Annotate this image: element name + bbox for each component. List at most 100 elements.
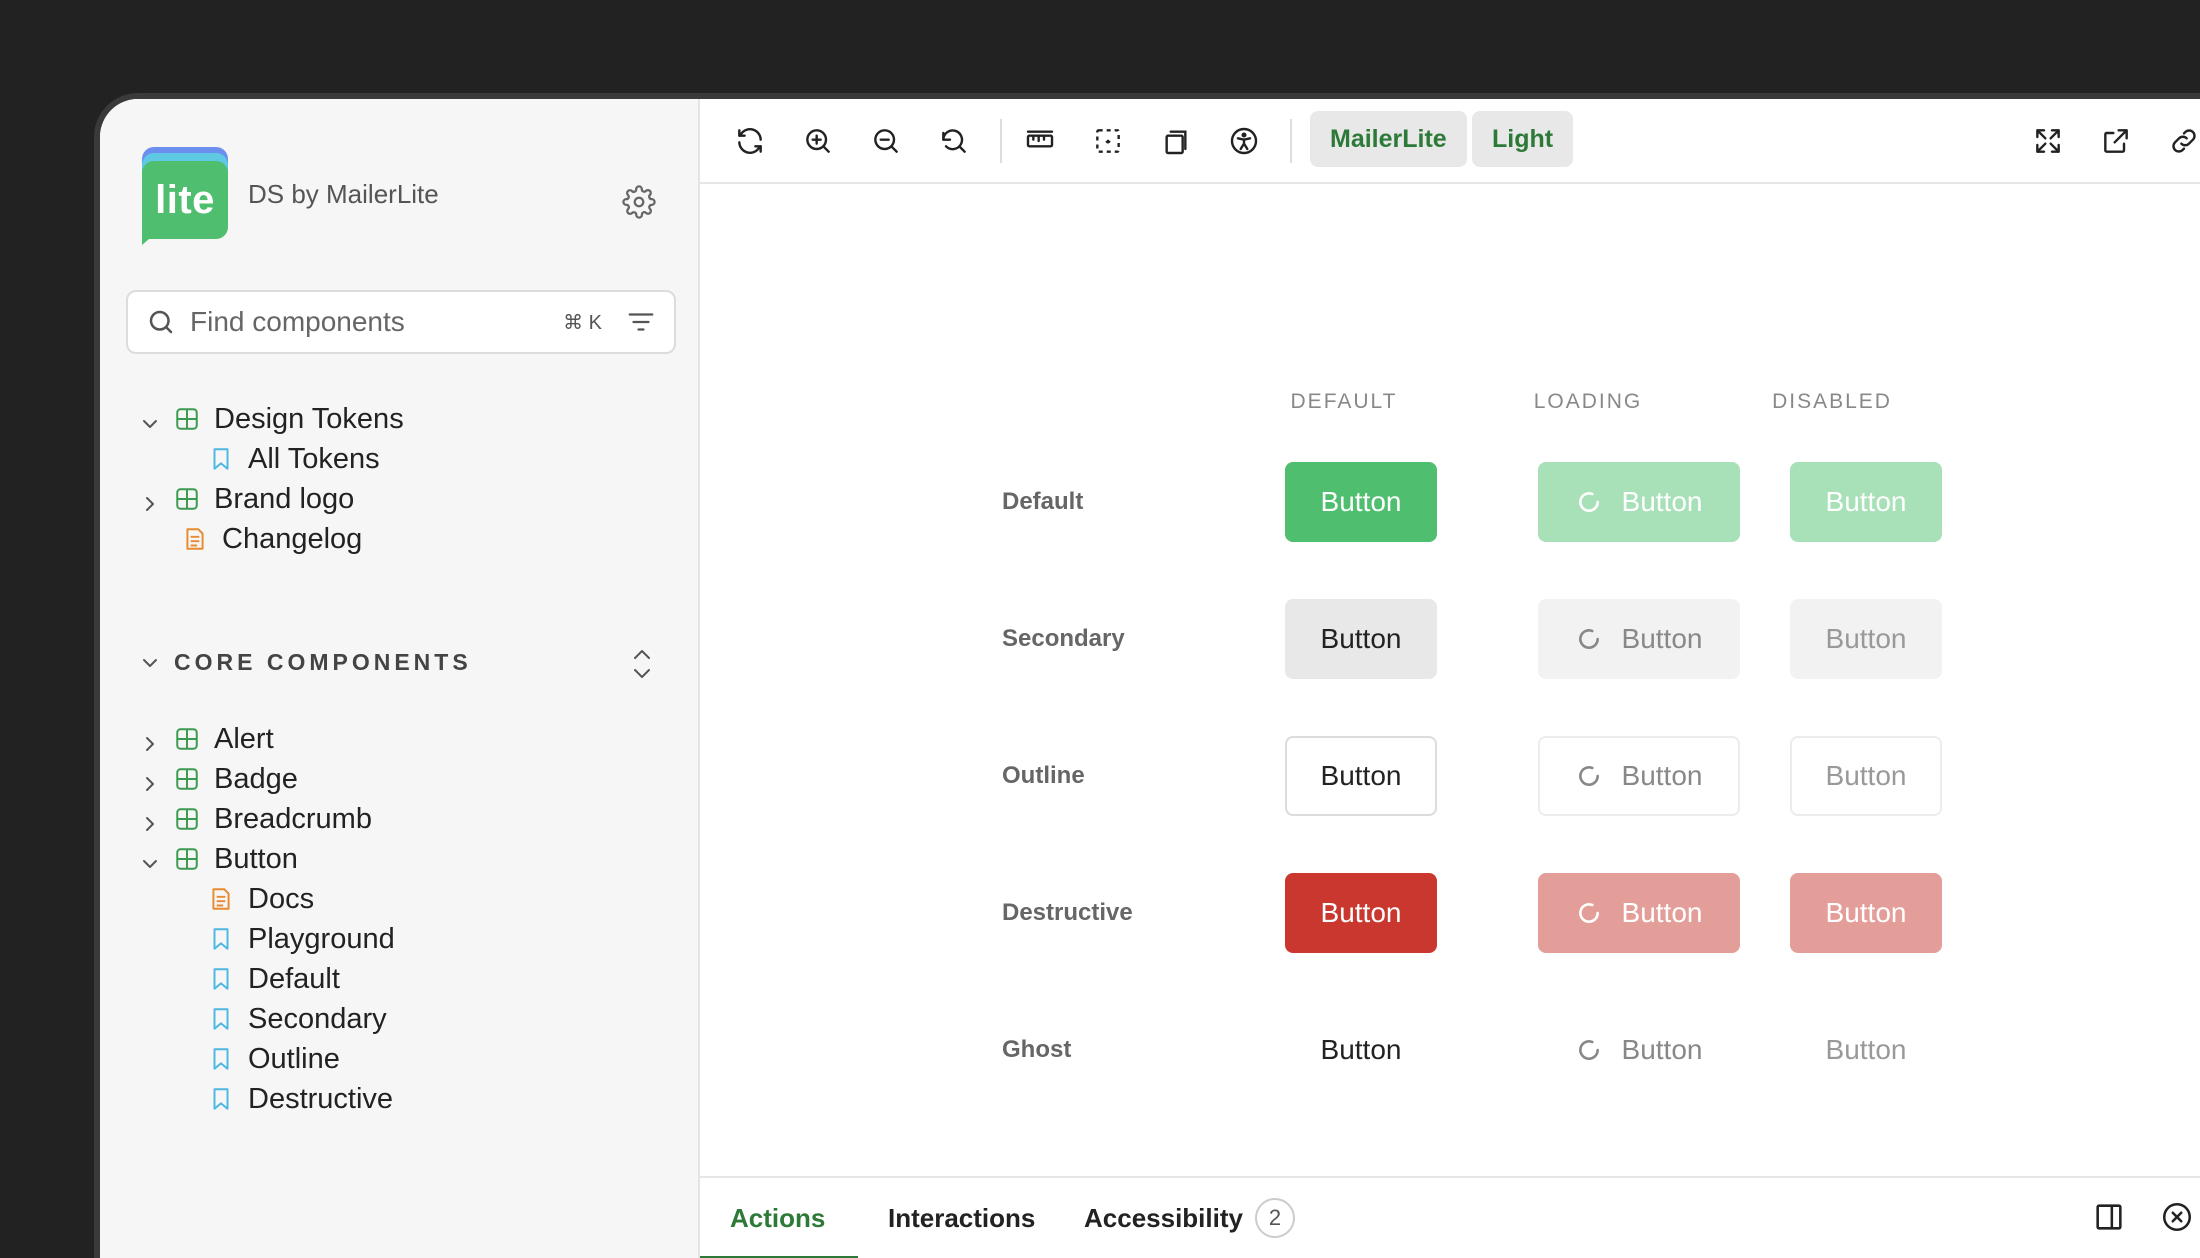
open-new-tab-icon[interactable] xyxy=(2094,119,2138,163)
tree-item-changelog[interactable]: Changelog xyxy=(182,519,362,559)
story-icon xyxy=(208,1046,234,1072)
row-label-secondary: Secondary xyxy=(1002,625,1125,652)
tree-item-destructive[interactable]: Destructive xyxy=(208,1079,393,1119)
search-shortcut: ⌘ K xyxy=(563,311,602,334)
toolbar: MailerLite Light xyxy=(700,99,2200,184)
tree-item-alert[interactable]: Alert xyxy=(140,719,274,759)
column-header-default: DEFAULT xyxy=(1290,390,1398,413)
chevron-down-icon[interactable] xyxy=(140,409,160,429)
tree-item-label: Destructive xyxy=(248,1082,394,1115)
close-panel-icon[interactable] xyxy=(2160,1200,2194,1234)
panel-orientation-icon[interactable] xyxy=(2092,1200,2126,1234)
brand[interactable]: lite DS by MailerLite xyxy=(142,147,439,245)
filter-icon[interactable] xyxy=(626,307,656,337)
tree-item-design-tokens[interactable]: Design Tokens xyxy=(140,399,404,439)
button-label: Button xyxy=(1825,623,1907,654)
button-label: Button xyxy=(1621,1034,1703,1065)
tree-item-label: Badge xyxy=(214,762,298,795)
tab-actions[interactable]: Actions xyxy=(730,1178,825,1258)
chevron-down-icon[interactable] xyxy=(140,849,160,869)
ruler-icon[interactable] xyxy=(1018,119,1062,163)
ghost-default-button[interactable]: Button xyxy=(1285,1010,1437,1090)
column-header-disabled: DISABLED xyxy=(1772,390,1892,413)
secondary-default-button[interactable]: Button xyxy=(1285,599,1437,679)
tree-item-breadcrumb[interactable]: Breadcrumb xyxy=(140,799,372,839)
chevron-down-icon xyxy=(143,658,157,667)
expand-collapse-icon[interactable] xyxy=(630,644,654,684)
destructive-loading-button: Button xyxy=(1538,873,1740,953)
chevron-right-icon[interactable] xyxy=(140,489,160,511)
tree-item-label: Playground xyxy=(248,922,395,955)
section-core-components[interactable]: CORE COMPONENTS xyxy=(140,649,472,676)
column-header-loading: LOADING xyxy=(1533,390,1643,413)
outline-default-button[interactable]: Button xyxy=(1285,736,1437,816)
outline-disabled-button: Button xyxy=(1790,736,1942,816)
row-label-destructive: Destructive xyxy=(1002,899,1133,926)
toolbar-divider xyxy=(1000,119,1002,163)
component-icon xyxy=(174,726,200,752)
reload-icon[interactable] xyxy=(728,119,772,163)
chevron-right-icon[interactable] xyxy=(140,809,160,831)
tree-item-secondary[interactable]: Secondary xyxy=(208,999,387,1039)
ghost-disabled-button: Button xyxy=(1790,1010,1942,1090)
button-label: Button xyxy=(1320,623,1402,654)
tree-item-all-tokens[interactable]: All Tokens xyxy=(208,439,380,479)
row-label-default: Default xyxy=(1002,488,1084,515)
destructive-default-button[interactable]: Button xyxy=(1285,873,1437,953)
zoom-out-icon[interactable] xyxy=(864,119,908,163)
button-label: Button xyxy=(1320,760,1402,791)
button-label: Button xyxy=(1825,897,1907,928)
button-label: Button xyxy=(1320,1034,1402,1065)
addons-panel: Actions Interactions Accessibility 2 xyxy=(700,1176,2200,1258)
tree-item-label: Alert xyxy=(214,722,274,755)
tree-item-label: All Tokens xyxy=(248,442,380,475)
default-default-button[interactable]: Button xyxy=(1285,462,1437,542)
gear-icon[interactable] xyxy=(622,185,656,219)
tree-item-badge[interactable]: Badge xyxy=(140,759,298,799)
spinner-icon xyxy=(1578,629,1599,649)
tree-item-label: Brand logo xyxy=(214,482,355,515)
viewport-icon[interactable] xyxy=(1154,119,1198,163)
secondary-disabled-button: Button xyxy=(1790,599,1942,679)
outline-icon[interactable] xyxy=(1086,119,1130,163)
button-label: Button xyxy=(1621,760,1703,791)
spinner-icon xyxy=(1578,766,1599,786)
mode-switcher[interactable]: Light xyxy=(1472,111,1574,167)
story-canvas: DEFAULT LOADING DISABLED Default Button Bu… xyxy=(700,186,2200,1186)
tree-item-button[interactable]: Button xyxy=(140,839,298,879)
button-label: Button xyxy=(1825,760,1907,791)
spinner-icon xyxy=(1578,492,1599,512)
tab-accessibility[interactable]: Accessibility 2 xyxy=(1084,1178,1295,1258)
fullscreen-icon[interactable] xyxy=(2026,119,2070,163)
component-icon xyxy=(174,846,200,872)
tree-item-playground[interactable]: Playground xyxy=(208,919,395,959)
search-input[interactable]: Find components ⌘ K xyxy=(126,290,676,354)
tree-item-docs[interactable]: Docs xyxy=(208,879,314,919)
story-icon xyxy=(208,446,234,472)
doc-icon xyxy=(182,526,208,552)
default-disabled-button: Button xyxy=(1790,462,1942,542)
secondary-loading-button: Button xyxy=(1538,599,1740,679)
tree-item-outline[interactable]: Outline xyxy=(208,1039,340,1079)
spinner-icon xyxy=(1578,1040,1599,1060)
search-icon xyxy=(149,310,173,334)
chevron-right-icon[interactable] xyxy=(140,729,160,751)
theme-switcher[interactable]: MailerLite xyxy=(1310,111,1467,167)
button-label: Button xyxy=(1621,486,1703,517)
outline-loading-button: Button xyxy=(1538,736,1740,816)
button-label: Button xyxy=(1320,897,1402,928)
component-icon xyxy=(174,486,200,512)
spinner-icon xyxy=(1578,903,1599,923)
zoom-reset-icon[interactable] xyxy=(932,119,976,163)
accessibility-count-badge: 2 xyxy=(1254,1198,1295,1238)
zoom-in-icon[interactable] xyxy=(796,119,840,163)
tab-interactions[interactable]: Interactions xyxy=(888,1178,1035,1258)
chevron-right-icon[interactable] xyxy=(140,769,160,791)
accessibility-icon[interactable] xyxy=(1222,119,1266,163)
tree-item-brand-logo[interactable]: Brand logo xyxy=(140,479,354,519)
tree-item-default[interactable]: Default xyxy=(208,959,340,999)
row-label-outline: Outline xyxy=(1002,762,1085,789)
row-label-ghost: Ghost xyxy=(1002,1036,1072,1063)
tree-item-label: Changelog xyxy=(222,522,363,555)
copy-link-icon[interactable] xyxy=(2162,119,2200,163)
